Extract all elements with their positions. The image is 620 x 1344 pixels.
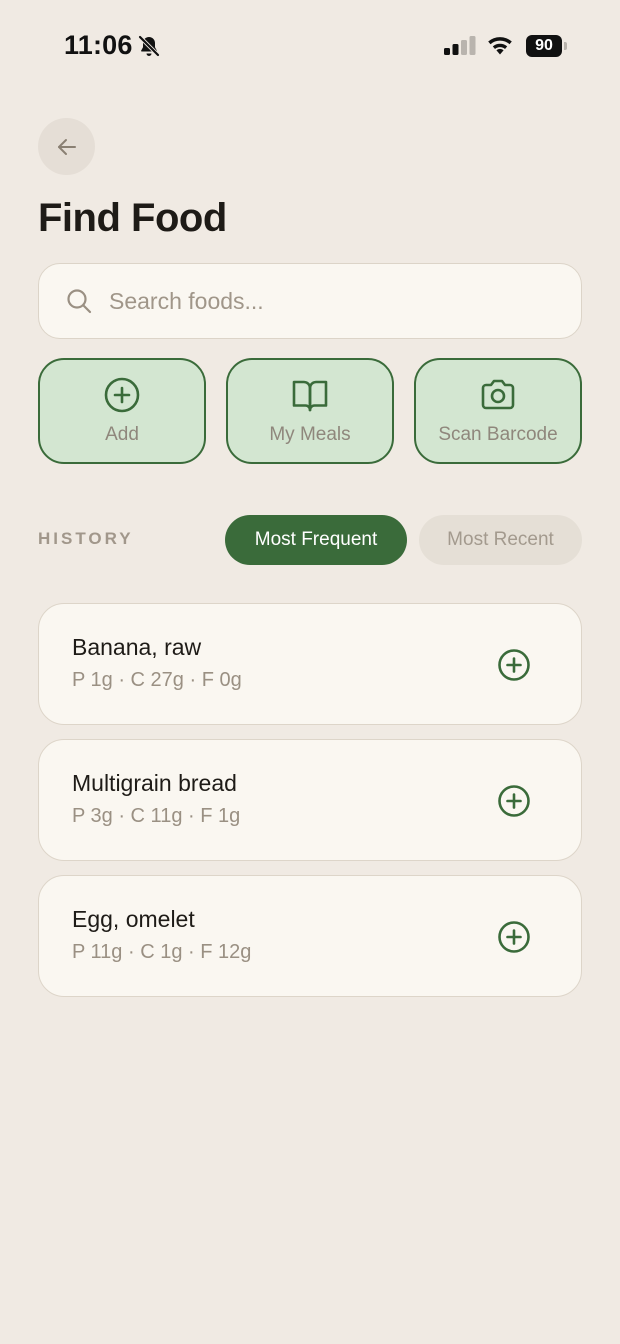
status-bar: 11:06 90 <box>0 0 620 92</box>
battery-tip <box>564 42 567 50</box>
tab-most-frequent[interactable]: Most Frequent <box>225 515 407 565</box>
scan-barcode-button-label: Scan Barcode <box>438 424 558 445</box>
add-food-button[interactable] <box>497 784 531 818</box>
arrow-left-icon <box>57 138 76 155</box>
add-button[interactable]: Add <box>38 358 206 464</box>
food-name: Banana, raw <box>72 634 202 660</box>
add-food-button[interactable] <box>497 920 531 954</box>
back-button[interactable] <box>38 118 95 175</box>
food-name: Egg, omelet <box>72 906 195 932</box>
plus-circle-icon <box>498 785 530 817</box>
my-meals-button[interactable]: My Meals <box>226 358 394 464</box>
food-macros: P 3g · C 11g · F 1g <box>72 805 241 827</box>
signal-icon <box>444 36 476 55</box>
history-label: HISTORY <box>38 529 134 548</box>
add-food-button[interactable] <box>497 648 531 682</box>
my-meals-button-label: My Meals <box>269 424 351 445</box>
food-item[interactable]: Egg, omelet P 11g · C 1g · F 12g <box>38 875 582 997</box>
page-title: Find Food <box>38 196 227 240</box>
camera-icon <box>481 379 515 410</box>
plus-circle-icon <box>498 649 530 681</box>
search-box[interactable] <box>38 263 582 339</box>
food-item[interactable]: Banana, raw P 1g · C 27g · F 0g <box>38 603 582 725</box>
food-macros: P 11g · C 1g · F 12g <box>72 941 252 963</box>
food-name: Multigrain bread <box>72 770 237 796</box>
status-time: 11:06 <box>64 30 133 60</box>
tab-most-recent[interactable]: Most Recent <box>419 515 582 565</box>
quick-actions: Add My Meals Scan Barcode <box>38 358 582 464</box>
battery-level: 90 <box>526 35 562 57</box>
plus-circle-icon <box>498 921 530 953</box>
search-input[interactable] <box>107 286 551 316</box>
food-item[interactable]: Multigrain bread P 3g · C 11g · F 1g <box>38 739 582 861</box>
food-macros: P 1g · C 27g · F 0g <box>72 669 242 691</box>
food-list: Banana, raw P 1g · C 27g · F 0g Multigra… <box>38 603 582 1011</box>
add-button-label: Add <box>105 424 139 445</box>
search-icon <box>67 289 92 314</box>
scan-barcode-button[interactable]: Scan Barcode <box>414 358 582 464</box>
wifi-icon <box>488 37 512 55</box>
plus-circle-icon <box>104 377 140 413</box>
book-open-icon <box>292 380 328 412</box>
bell-slash-icon <box>138 35 160 57</box>
